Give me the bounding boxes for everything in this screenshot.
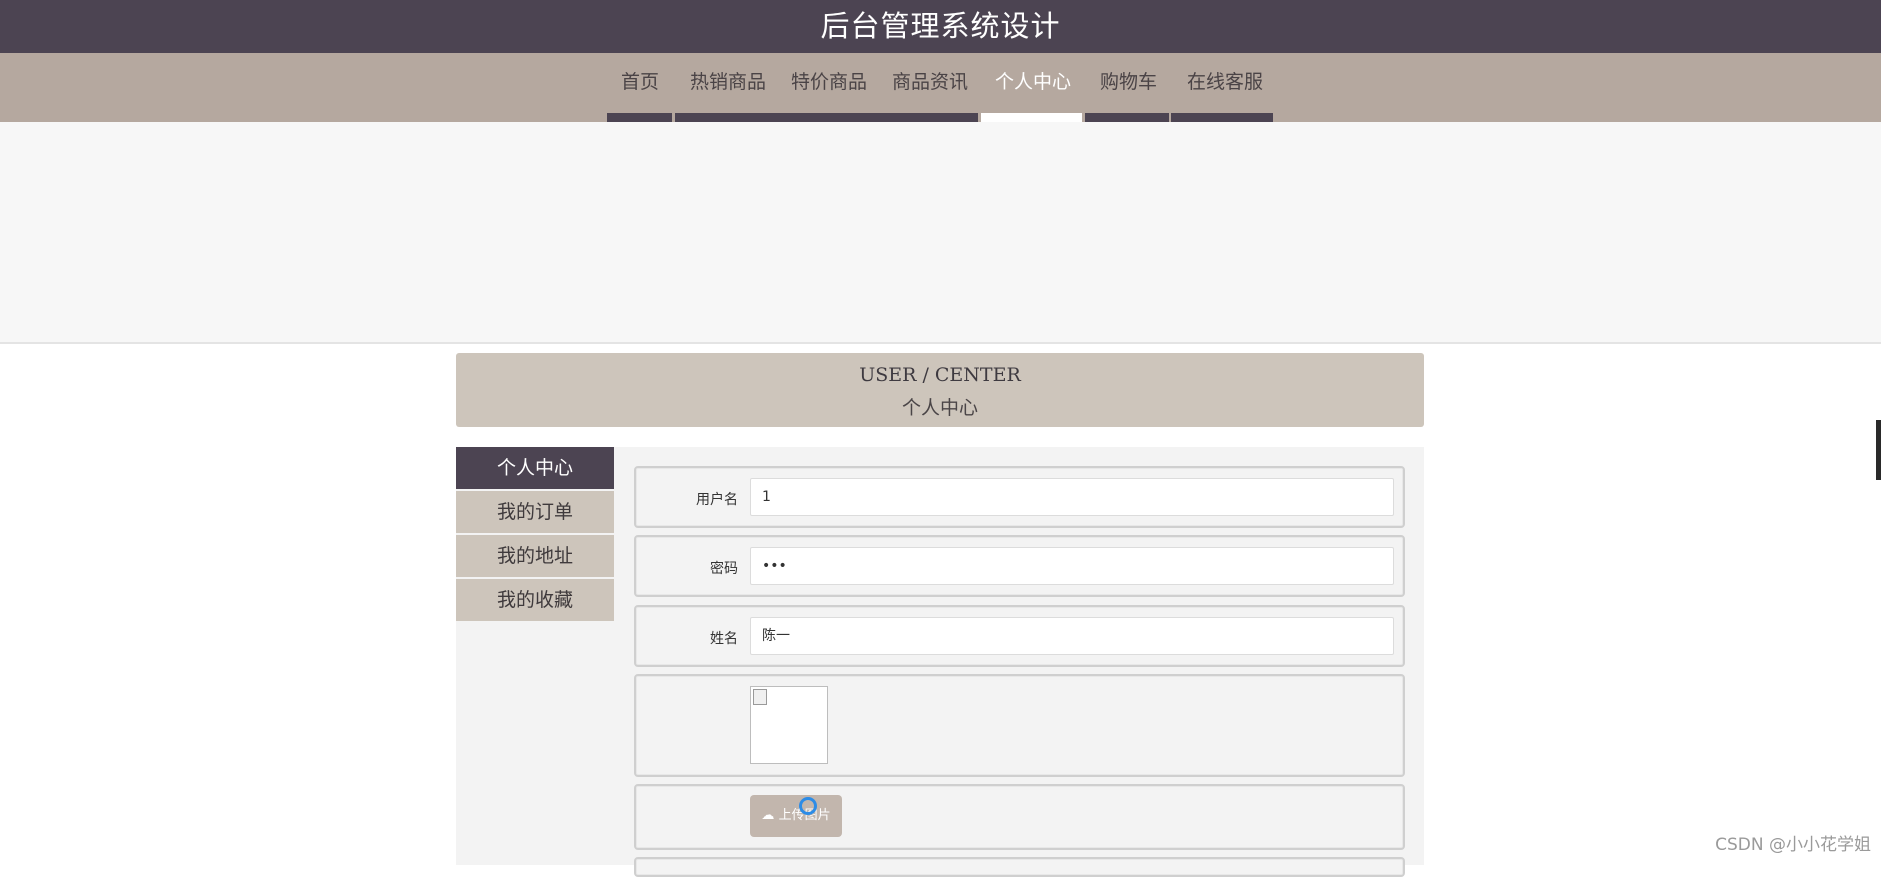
- site-title: 后台管理系统设计: [820, 3, 1060, 45]
- side-item-user-center[interactable]: 个人中心: [456, 447, 614, 489]
- avatar-image: [750, 686, 828, 764]
- form-row-next: [634, 857, 1405, 877]
- side-menu: 个人中心 我的订单 我的地址 我的收藏: [456, 447, 614, 623]
- form-row-upload: ☁ 上传图片: [634, 784, 1405, 850]
- form-row-username: 用户名 1: [634, 466, 1405, 528]
- username-input[interactable]: 1: [750, 478, 1394, 516]
- banner-area: [0, 122, 1881, 344]
- nav-indicator: [607, 113, 672, 122]
- loading-cursor-icon: [799, 797, 817, 815]
- nav-item-home[interactable]: 首页: [621, 68, 659, 96]
- nav-item-hot-products[interactable]: 热销商品: [690, 68, 766, 96]
- password-input[interactable]: •••: [750, 547, 1394, 585]
- nav-item-customer-service[interactable]: 在线客服: [1187, 68, 1263, 96]
- nav-item-product-news[interactable]: 商品资讯: [892, 68, 968, 96]
- nav-indicator: [675, 113, 978, 122]
- watermark-text: CSDN @小小花学姐: [1715, 830, 1871, 855]
- form-row-name: 姓名 陈一: [634, 605, 1405, 667]
- nav-item-cart[interactable]: 购物车: [1100, 68, 1157, 96]
- nav-indicator-active: [981, 113, 1082, 122]
- main-nav: 首页 热销商品 特价商品 商品资讯 个人中心 购物车 在线客服: [0, 53, 1881, 122]
- section-header: USER / CENTER 个人中心: [456, 353, 1424, 427]
- side-item-my-favorites[interactable]: 我的收藏: [456, 579, 614, 621]
- section-title-en: USER / CENTER: [456, 364, 1424, 386]
- password-label: 密码: [636, 558, 738, 578]
- nav-item-special-products[interactable]: 特价商品: [791, 68, 867, 96]
- upload-image-button[interactable]: ☁ 上传图片: [750, 795, 842, 837]
- side-item-my-orders[interactable]: 我的订单: [456, 491, 614, 533]
- form-row-password: 密码 •••: [634, 535, 1405, 597]
- username-label: 用户名: [636, 489, 738, 509]
- side-item-my-address[interactable]: 我的地址: [456, 535, 614, 577]
- nav-indicator: [1171, 113, 1273, 122]
- cloud-upload-icon: ☁: [761, 808, 774, 823]
- scrollbar-marker[interactable]: [1876, 420, 1881, 480]
- section-title-cn: 个人中心: [456, 393, 1424, 420]
- form-row-avatar: [634, 674, 1405, 777]
- broken-image-icon: [753, 689, 767, 705]
- nav-indicator: [1085, 113, 1169, 122]
- top-header: 后台管理系统设计: [0, 0, 1881, 53]
- nav-item-user-center[interactable]: 个人中心: [995, 68, 1071, 96]
- name-label: 姓名: [636, 628, 738, 648]
- name-input[interactable]: 陈一: [750, 617, 1394, 655]
